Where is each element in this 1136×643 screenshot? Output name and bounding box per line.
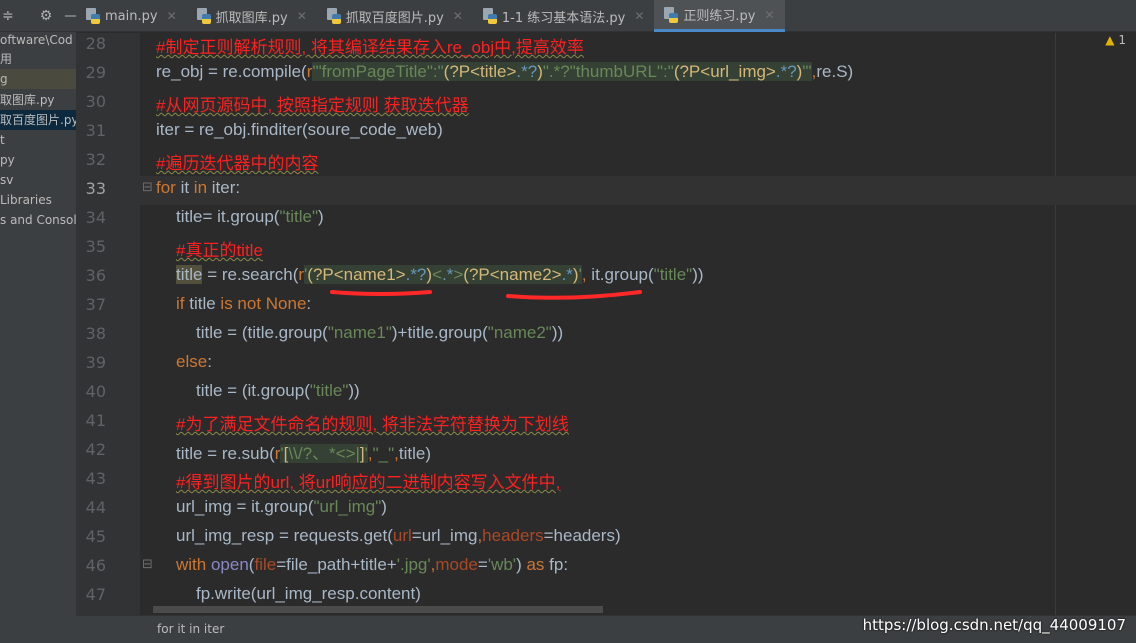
warning-icon: ▲ [1105, 33, 1115, 47]
red-annotation-underlines [330, 290, 642, 300]
inspection-warnings[interactable]: ▲ 1 [1105, 33, 1126, 47]
underline-name1 [330, 290, 432, 296]
breadcrumb[interactable]: for it in iter [157, 622, 224, 636]
underline-name2 [506, 290, 642, 300]
horizontal-scrollbar[interactable] [153, 606, 603, 613]
warning-count: 1 [1118, 33, 1126, 47]
watermark: https://blog.csdn.net/qq_44009107 [862, 616, 1126, 634]
